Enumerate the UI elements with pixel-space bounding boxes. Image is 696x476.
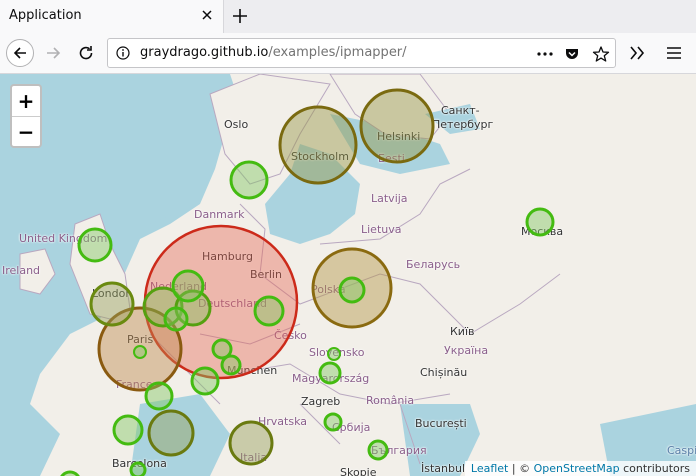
new-tab-icon[interactable] bbox=[230, 6, 250, 26]
pocket-icon[interactable] bbox=[564, 46, 580, 62]
attribution-separator: | © bbox=[508, 462, 534, 475]
leaflet-link[interactable]: Leaflet bbox=[471, 462, 508, 475]
tab-strip: Application bbox=[0, 0, 696, 33]
label-hamburg: Hamburg bbox=[202, 250, 253, 263]
label-paris: Paris bbox=[127, 333, 154, 346]
label-kyiv: Київ bbox=[450, 325, 475, 338]
attribution-suffix: contributors bbox=[619, 462, 690, 475]
label-stockholm: Stockholm bbox=[291, 150, 349, 163]
osm-link[interactable]: OpenStreetMap bbox=[534, 462, 620, 475]
tab-application[interactable]: Application bbox=[0, 0, 224, 33]
label-barcelona: Barcelona bbox=[112, 457, 167, 470]
label-helsinki: Helsinki bbox=[377, 130, 421, 143]
label-munchen: München bbox=[227, 364, 278, 377]
label-london: London bbox=[92, 287, 133, 300]
label-eesti: Eesti bbox=[378, 152, 405, 165]
address-bar[interactable]: graydrago.github.io/examples/ipmapper/ bbox=[107, 38, 616, 68]
map-view[interactable]: + − Oslo Stockholm Helsinki Eesti Санкт-… bbox=[0, 74, 696, 476]
label-moskva: Москва bbox=[521, 225, 564, 238]
url-text[interactable]: graydrago.github.io/examples/ipmapper/ bbox=[140, 45, 407, 60]
label-ukraina: Україна bbox=[444, 344, 489, 357]
label-latvija: Latvija bbox=[371, 192, 408, 205]
tab-title: Application bbox=[9, 8, 82, 23]
label-belarus: Беларусь bbox=[406, 258, 461, 271]
info-icon[interactable] bbox=[116, 46, 130, 60]
label-bucuresti: București bbox=[415, 417, 467, 430]
label-spb-1: Санкт- bbox=[441, 104, 480, 117]
label-srbija: Србија bbox=[332, 421, 371, 434]
arrow-right-icon bbox=[47, 47, 61, 59]
label-uk: United Kingdom bbox=[19, 232, 108, 245]
label-chisinau: Chișinău bbox=[420, 366, 468, 379]
label-zagreb: Zagreb bbox=[301, 395, 341, 408]
label-polska: Polska bbox=[311, 283, 346, 296]
forward-button[interactable] bbox=[40, 39, 68, 67]
label-france: France bbox=[116, 378, 153, 391]
label-romania: România bbox=[366, 394, 415, 407]
url-host: graydrago.github.io bbox=[140, 45, 269, 60]
url-path: /examples/ipmapper/ bbox=[268, 45, 407, 60]
map-attribution: Leaflet | © OpenStreetMap contributors bbox=[464, 461, 696, 476]
label-oslo: Oslo bbox=[224, 118, 249, 131]
navigation-toolbar: graydrago.github.io/examples/ipmapper/ bbox=[0, 33, 696, 74]
overflow-chevron-icon[interactable] bbox=[627, 43, 647, 63]
label-ireland: Ireland bbox=[2, 264, 41, 277]
reload-icon bbox=[79, 46, 93, 60]
label-berlin: Berlin bbox=[250, 268, 282, 281]
label-deutschland: Deutschland bbox=[198, 297, 268, 310]
label-cesko: Česko bbox=[274, 329, 307, 342]
label-balgaria: България bbox=[371, 444, 427, 457]
label-skopje: Skopje bbox=[340, 466, 377, 476]
label-slovensko: Slovensko bbox=[309, 346, 365, 359]
bookmark-star-icon[interactable] bbox=[592, 45, 610, 63]
map-tiles bbox=[0, 74, 696, 476]
close-icon[interactable] bbox=[198, 6, 216, 24]
zoom-control: + − bbox=[10, 84, 42, 148]
label-danmark: Danmark bbox=[194, 208, 245, 221]
label-caspian: Caspi bbox=[667, 444, 696, 457]
zoom-in-button[interactable]: + bbox=[12, 86, 40, 117]
label-lietuva: Lietuva bbox=[361, 223, 402, 236]
label-nederland: Nederland bbox=[150, 280, 208, 293]
label-magyarorszag: Magyarország bbox=[292, 372, 370, 385]
label-hrvatska: Hrvatska bbox=[258, 415, 308, 428]
label-spb-2: Петербург bbox=[432, 118, 494, 131]
reload-button[interactable] bbox=[72, 39, 100, 67]
zoom-out-button[interactable]: − bbox=[12, 117, 40, 147]
label-istanbul: İstanbul bbox=[421, 462, 466, 475]
hamburger-menu-icon[interactable] bbox=[664, 43, 684, 63]
arrow-left-icon bbox=[13, 47, 26, 59]
back-button[interactable] bbox=[6, 39, 34, 67]
page-actions-icon[interactable] bbox=[536, 46, 554, 62]
label-italia: Italia bbox=[240, 451, 268, 464]
